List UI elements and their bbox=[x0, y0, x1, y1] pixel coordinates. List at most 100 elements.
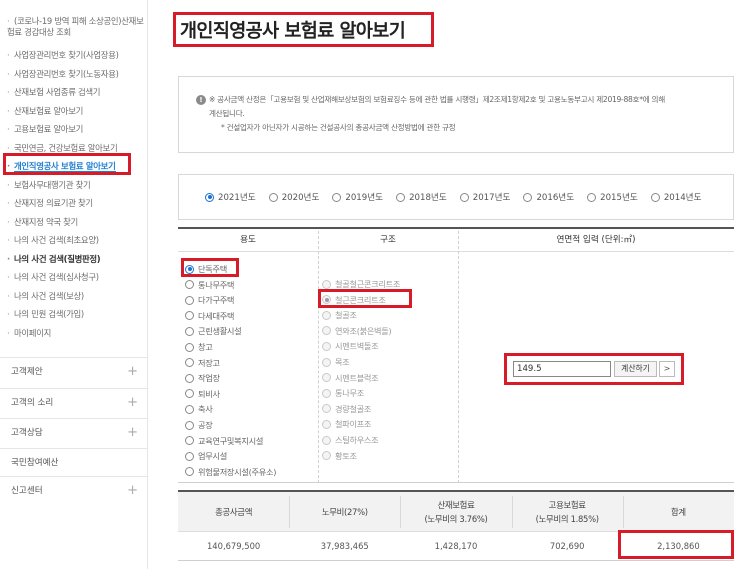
radio-icon[interactable] bbox=[322, 451, 331, 461]
usage-option[interactable]: 위험물저장시설(주유소) bbox=[185, 466, 276, 478]
sidebar-item[interactable]: · 고용보험료 알아보기 bbox=[7, 120, 148, 139]
usage-option[interactable]: 작업장 bbox=[185, 372, 220, 384]
radio-icon[interactable] bbox=[322, 357, 331, 367]
radio-icon[interactable] bbox=[185, 451, 194, 461]
radio-icon[interactable] bbox=[185, 358, 194, 368]
plus-icon[interactable]: + bbox=[127, 358, 138, 386]
usage-option[interactable]: 교육연구및복지시설 bbox=[185, 435, 263, 447]
sidebar-item-label: 나의 사건 검색(최초요양) bbox=[14, 235, 99, 245]
sidebar-item[interactable]: · 나의 민원 검색(가입) bbox=[7, 305, 148, 324]
calculate-highlight bbox=[504, 353, 684, 385]
radio-icon[interactable] bbox=[650, 192, 660, 202]
sidebar-item-label: 사업장관리번호 찾기(노동자용) bbox=[14, 68, 119, 79]
year-option[interactable]: 2021년도 bbox=[205, 191, 256, 203]
year-option[interactable]: 2016년도 bbox=[523, 191, 574, 203]
radio-icon[interactable] bbox=[587, 192, 597, 202]
radio-icon[interactable] bbox=[205, 192, 214, 202]
sidebar-group-label: 고객제안 bbox=[11, 367, 43, 377]
year-option[interactable]: 2019년도 bbox=[332, 191, 383, 203]
usage-option[interactable]: 근린생활시설 bbox=[185, 325, 242, 337]
usage-option[interactable]: 다가구주택 bbox=[185, 294, 234, 306]
structure-option[interactable]: 철골조 bbox=[322, 309, 357, 321]
structure-option[interactable]: 철파이프조 bbox=[322, 418, 371, 430]
radio-icon[interactable] bbox=[185, 326, 194, 336]
result-header-cell: 고용보험료 (노무비의 1.85%) bbox=[512, 492, 623, 532]
sidebar-item[interactable]: · 마이페이지 bbox=[7, 324, 148, 343]
radio-icon[interactable] bbox=[185, 436, 194, 446]
sidebar-item[interactable]: · 나의 사건 검색(심사청구) bbox=[7, 268, 148, 287]
radio-icon[interactable] bbox=[322, 310, 331, 320]
year-option[interactable]: 2018년도 bbox=[396, 191, 447, 203]
structure-option[interactable]: 경량철골조 bbox=[322, 403, 371, 415]
usage-option[interactable]: 다세대주택 bbox=[185, 310, 234, 322]
header-divider bbox=[178, 251, 734, 252]
sidebar-group[interactable]: 신고센터 + bbox=[0, 476, 148, 504]
radio-icon[interactable] bbox=[185, 404, 194, 414]
structure-option[interactable]: 연와조(붉은벽돌) bbox=[322, 325, 392, 337]
structure-option[interactable]: 통나무조 bbox=[322, 387, 364, 399]
year-option[interactable]: 2015년도 bbox=[587, 191, 638, 203]
year-option[interactable]: 2017년도 bbox=[459, 191, 510, 203]
sidebar-item[interactable]: · 나의 사건 검색(최초요양) bbox=[7, 231, 148, 250]
radio-icon[interactable] bbox=[322, 341, 331, 351]
radio-icon[interactable] bbox=[322, 419, 331, 429]
structure-option[interactable]: 황토조 bbox=[322, 450, 357, 462]
sidebar-item[interactable]: · 산재보험 사업종류 검색기 bbox=[7, 83, 148, 102]
radio-icon[interactable] bbox=[185, 280, 194, 290]
plus-icon[interactable]: + bbox=[127, 389, 138, 417]
year-option[interactable]: 2020년도 bbox=[268, 191, 319, 203]
structure-option[interactable]: 철골철근콘크리트조 bbox=[322, 278, 400, 290]
sidebar-item[interactable]: · 사업장관리번호 찾기(노동자용) bbox=[7, 65, 148, 84]
sidebar-item[interactable]: · 나의 사건 검색(보상) bbox=[7, 287, 148, 306]
structure-option[interactable]: 스틸하우스조 bbox=[322, 434, 379, 446]
bullet-icon: · bbox=[7, 124, 10, 134]
sidebar-group[interactable]: 고객제안 + bbox=[0, 357, 148, 385]
radio-icon[interactable] bbox=[322, 279, 331, 289]
radio-icon[interactable] bbox=[185, 311, 194, 321]
radio-icon[interactable] bbox=[185, 389, 194, 399]
radio-icon[interactable] bbox=[332, 192, 342, 202]
structure-option[interactable]: 시멘트벽돌조 bbox=[322, 340, 379, 352]
sidebar-group[interactable]: 고객상담 + bbox=[0, 418, 148, 446]
radio-icon[interactable] bbox=[268, 192, 278, 202]
radio-icon[interactable] bbox=[523, 192, 533, 202]
radio-icon[interactable] bbox=[322, 404, 331, 414]
radio-icon[interactable] bbox=[459, 192, 469, 202]
structure-option[interactable]: 시멘트블럭조 bbox=[322, 372, 379, 384]
radio-icon[interactable] bbox=[322, 326, 331, 336]
sidebar-item[interactable]: · 보험사무대행기관 찾기 bbox=[7, 176, 148, 195]
sidebar-group[interactable]: 국민참여예산 bbox=[0, 448, 148, 476]
active-item-highlight bbox=[3, 153, 131, 175]
usage-option[interactable]: 통나무주택 bbox=[185, 279, 234, 291]
usage-option[interactable]: 저장고 bbox=[185, 357, 220, 369]
radio-icon[interactable] bbox=[185, 295, 194, 305]
usage-option[interactable]: 공장 bbox=[185, 419, 213, 431]
radio-icon[interactable] bbox=[322, 373, 331, 383]
plus-icon[interactable]: + bbox=[127, 477, 138, 505]
usage-option[interactable]: 단독주택 bbox=[185, 263, 227, 275]
plus-icon[interactable]: + bbox=[127, 419, 138, 447]
radio-icon[interactable] bbox=[322, 295, 331, 305]
radio-icon[interactable] bbox=[396, 192, 406, 202]
radio-icon[interactable] bbox=[322, 388, 331, 398]
radio-icon[interactable] bbox=[322, 435, 331, 445]
radio-icon[interactable] bbox=[185, 373, 194, 383]
sidebar-item[interactable]: · 산재지정 의료기관 찾기 bbox=[7, 194, 148, 213]
sidebar-group[interactable]: 고객의 소리 + bbox=[0, 388, 148, 416]
sidebar-item[interactable]: · 사업장관리번호 찾기(사업장용) bbox=[7, 46, 148, 65]
sidebar-item[interactable]: · 산재보험료 알아보기 bbox=[7, 102, 148, 121]
usage-option[interactable]: 축사 bbox=[185, 403, 213, 415]
sidebar-item[interactable]: · 산재지정 약국 찾기 bbox=[7, 213, 148, 232]
radio-icon[interactable] bbox=[185, 420, 194, 430]
sidebar-item[interactable]: · (코로나-19 방역 피해 소상공인)산재보험료 경감대상 조회 bbox=[7, 16, 148, 46]
usage-option[interactable]: 창고 bbox=[185, 341, 213, 353]
usage-option[interactable]: 퇴비사 bbox=[185, 388, 220, 400]
radio-icon[interactable] bbox=[185, 264, 194, 274]
year-option[interactable]: 2014년도 bbox=[650, 191, 702, 203]
structure-option[interactable]: 목조 bbox=[322, 356, 350, 368]
radio-icon[interactable] bbox=[185, 467, 194, 477]
sidebar-item[interactable]: · 나의 사건 검색(질병판정) bbox=[7, 250, 148, 269]
structure-option[interactable]: 철근콘크리트조 bbox=[322, 294, 386, 306]
usage-option[interactable]: 업무시설 bbox=[185, 450, 227, 462]
radio-icon[interactable] bbox=[185, 342, 194, 352]
